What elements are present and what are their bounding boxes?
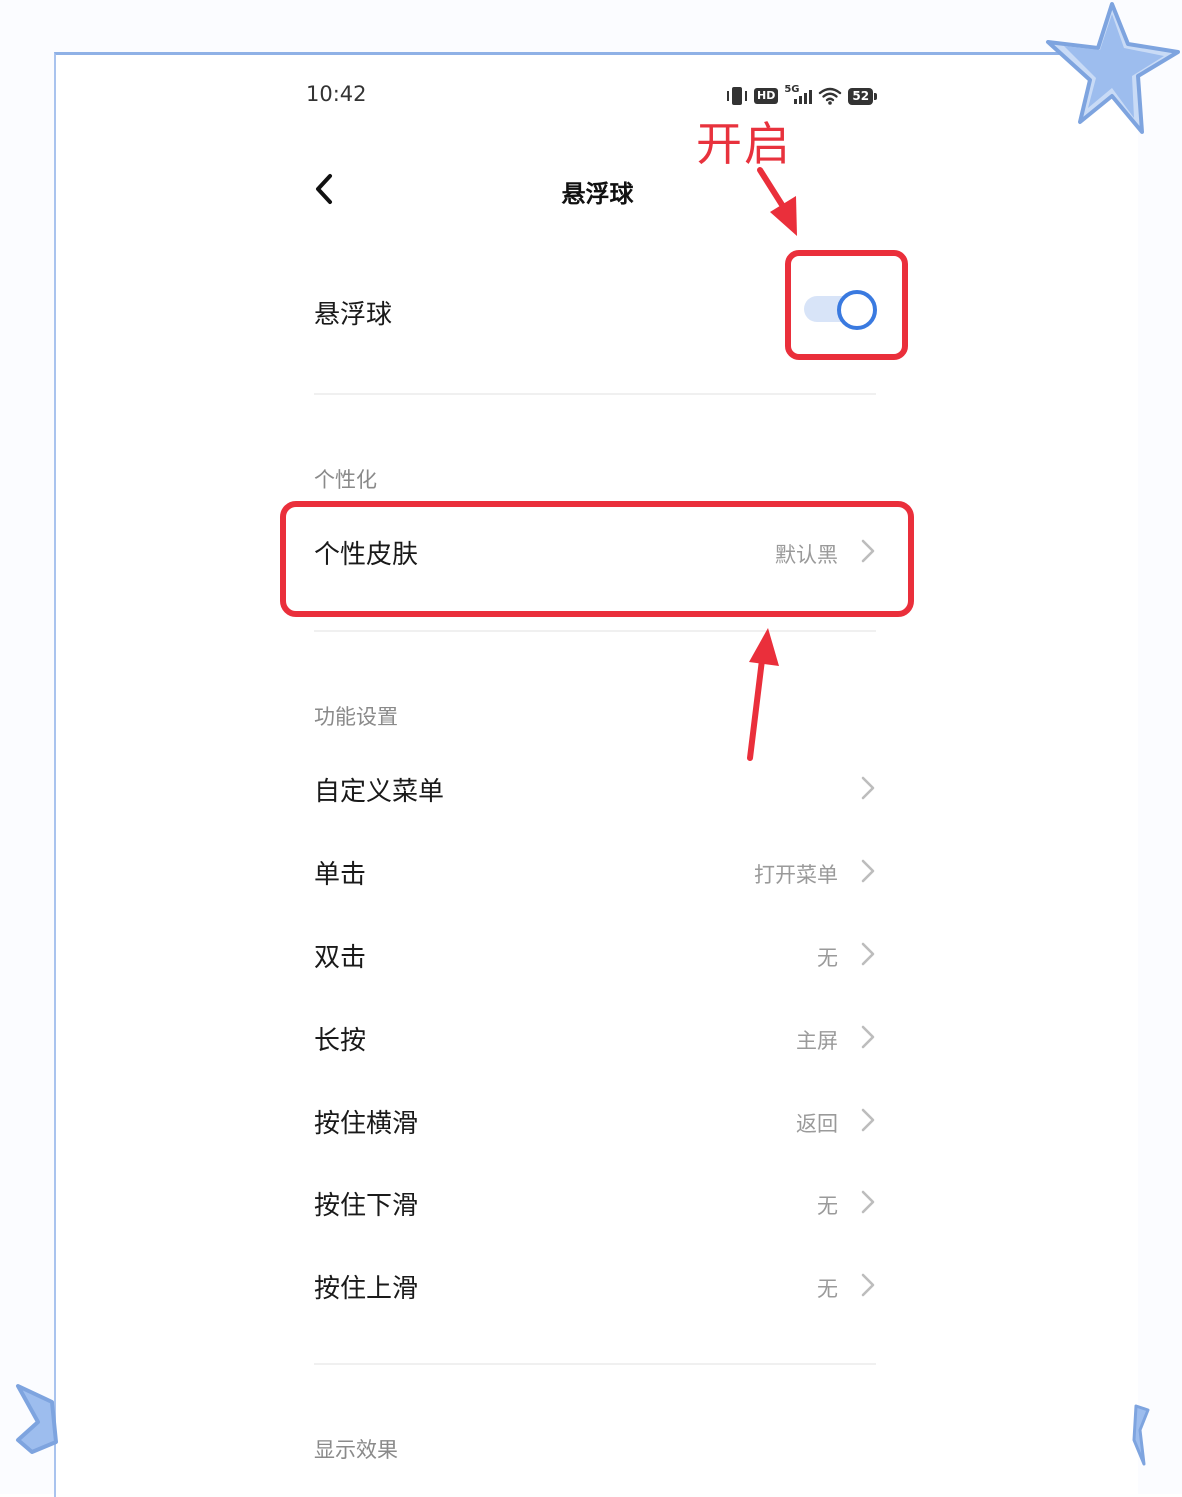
arrow-down-to-toggle [757,167,787,211]
arrow-up-to-skin [747,657,765,761]
annotation-arrows [747,167,797,761]
arrow-head-up [749,628,779,666]
